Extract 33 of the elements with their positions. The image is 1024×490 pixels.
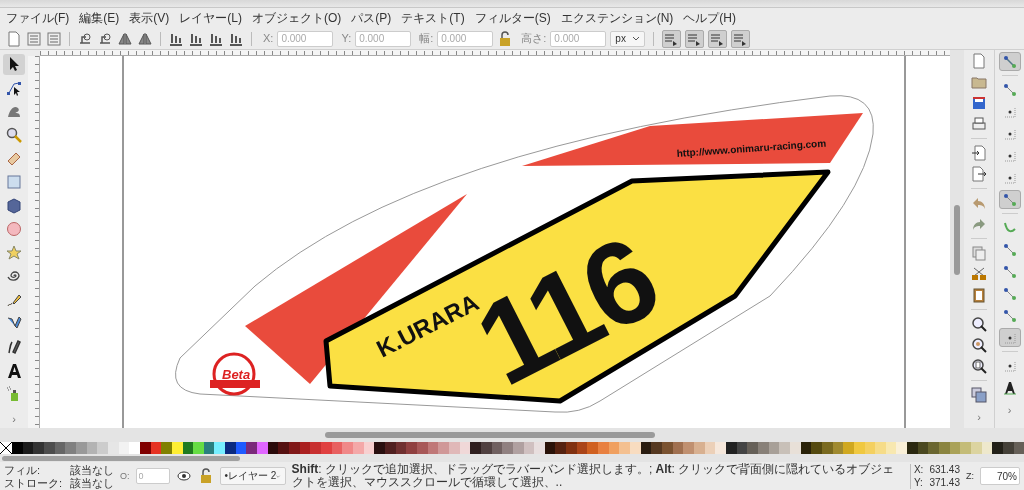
- website-url: http://www.onimaru-racing.com: [676, 137, 827, 159]
- stroke-label: ストローク:: [4, 476, 63, 489]
- field-label: 幅:: [419, 31, 434, 47]
- zoom-field[interactable]: 70%: [980, 467, 1020, 485]
- x-coordinate: 631.43: [929, 463, 960, 476]
- menu-item[interactable]: パス(P): [351, 9, 392, 27]
- menu-item[interactable]: レイヤー(L): [179, 9, 242, 27]
- field-label: 高さ:: [521, 31, 547, 47]
- field-label: X:: [263, 31, 274, 47]
- stroke-value: 該当なし: [70, 476, 115, 489]
- more-commands-button[interactable]: ›: [977, 409, 981, 426]
- status-message: Shift: クリックで追加選択、ドラッグでラバーバンド選択します。; Alt: クリックで背面側に隠れているオブジェクトを選択、マウススクロールで循環して選択、..: [291, 463, 896, 489]
- layer-dropdown[interactable]: •レイヤー 2: [219, 467, 286, 485]
- menu-item[interactable]: テキスト(T): [401, 9, 465, 27]
- menu-item[interactable]: エクステンション(N): [560, 9, 674, 27]
- more-snap-button[interactable]: ›: [1007, 402, 1012, 419]
- field-label: Y:: [341, 31, 352, 47]
- y-coordinate: 371.43: [929, 476, 960, 489]
- fill-label: フィル:: [4, 463, 42, 476]
- menu-item[interactable]: ファイル(F): [6, 9, 70, 27]
- unit-dropdown[interactable]: px: [610, 30, 645, 47]
- menu-item[interactable]: 編集(E): [79, 9, 120, 27]
- menu-item[interactable]: オブジェクト(O): [252, 9, 342, 27]
- opacity-label: O:: [120, 470, 130, 482]
- fill-value: 該当なし: [70, 463, 115, 476]
- x-label: X:: [913, 463, 924, 476]
- more-tools-button[interactable]: ›: [12, 411, 16, 428]
- menu-item[interactable]: 表示(V): [129, 9, 170, 27]
- logo-text: Beta: [222, 367, 251, 382]
- menu-item[interactable]: ヘルプ(H): [683, 9, 736, 27]
- menu-item[interactable]: フィルター(S): [474, 9, 551, 27]
- y-label: Y:: [913, 476, 924, 489]
- zoom-label: Z:: [966, 470, 974, 482]
